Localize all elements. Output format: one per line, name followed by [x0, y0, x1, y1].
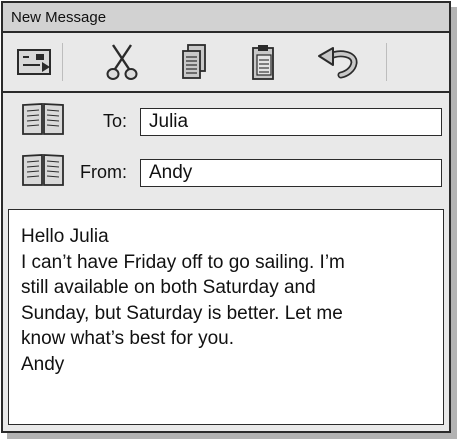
message-line: I can’t have Friday off to go sailing. I…: [21, 251, 345, 273]
from-row: From:: [3, 146, 449, 200]
window-title: New Message: [11, 9, 107, 26]
to-row: To:: [3, 95, 449, 149]
paste-icon: [252, 45, 274, 80]
message-line: still available on both Saturday and: [21, 277, 316, 298]
message-line: Sunday, but Saturday is better. Let me: [21, 302, 343, 324]
undo-icon: [318, 47, 358, 79]
scissors-icon: [106, 44, 138, 80]
from-address-book-button[interactable]: [20, 152, 66, 193]
to-label: To:: [102, 111, 127, 131]
send-button[interactable]: [11, 39, 57, 85]
address-book-icon: [22, 154, 64, 186]
toolbar-separator: [62, 43, 63, 81]
copy-button[interactable]: [171, 39, 217, 85]
cut-button[interactable]: [99, 39, 145, 85]
to-address-book-button[interactable]: [20, 101, 66, 142]
toolbar-separator: [386, 43, 387, 81]
message-line: know what’s best for you.: [21, 328, 234, 349]
undo-button[interactable]: [315, 39, 361, 85]
message-body[interactable]: Hello Julia I can’t have Friday off to g…: [8, 209, 444, 425]
new-message-window: New Message To: Julia From: Andy Hello J…: [1, 1, 451, 433]
address-book-icon: [22, 103, 64, 135]
from-field[interactable]: [140, 159, 442, 187]
title-bar[interactable]: New Message: [3, 3, 449, 33]
message-signature: Andy: [21, 353, 65, 375]
send-icon: [17, 49, 51, 75]
copy-icon: [182, 44, 206, 79]
paste-button[interactable]: [240, 39, 286, 85]
to-field[interactable]: [140, 108, 442, 136]
toolbar: [3, 33, 449, 93]
message-greeting: Hello Julia: [21, 226, 109, 247]
from-label: From:: [80, 162, 127, 182]
